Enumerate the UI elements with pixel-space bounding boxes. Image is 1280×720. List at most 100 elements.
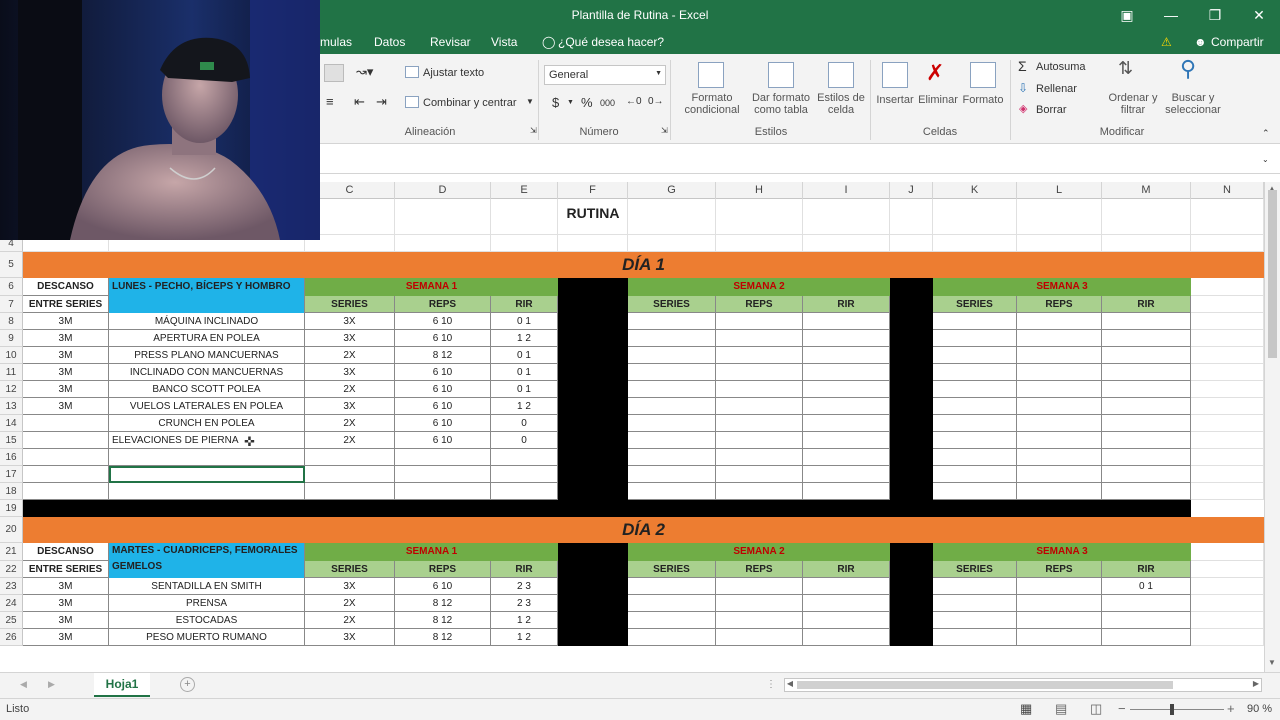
empty-cell[interactable] (1017, 449, 1102, 466)
vertical-scrollbar[interactable]: ▲ ▼ (1264, 182, 1280, 672)
exercise-cell[interactable]: PESO MUERTO RUMANO (109, 629, 305, 646)
cell[interactable] (1191, 330, 1264, 347)
autosum-button[interactable]: Autosuma (1036, 61, 1086, 73)
thousands-button[interactable]: 000 (600, 98, 615, 108)
empty-week-cell[interactable] (1102, 313, 1191, 330)
empty-week-cell[interactable] (803, 313, 890, 330)
empty-week-cell[interactable] (628, 432, 716, 449)
exercise-cell[interactable]: VUELOS LATERALES EN POLEA (109, 398, 305, 415)
number-format-select[interactable]: General ▼ (544, 65, 666, 85)
scroll-left-icon[interactable]: ◀ (785, 679, 795, 688)
selected-cell[interactable] (109, 466, 305, 483)
sort-filter-button[interactable]: Ordenar y filtrar (1104, 92, 1162, 116)
row-header[interactable]: 11 (0, 364, 23, 381)
empty-week-cell[interactable] (1102, 415, 1191, 432)
empty-week-cell[interactable] (628, 364, 716, 381)
subheader-reps[interactable]: REPS (395, 561, 491, 578)
cell[interactable] (1191, 398, 1264, 415)
hscroll-thumb[interactable] (797, 681, 1173, 689)
empty-week-cell[interactable] (1102, 432, 1191, 449)
empty-cell[interactable] (305, 466, 395, 483)
empty-week-cell[interactable] (716, 595, 803, 612)
empty-cell[interactable] (109, 449, 305, 466)
cell[interactable] (1191, 415, 1264, 432)
subheader-reps[interactable]: REPS (1017, 296, 1102, 313)
row-header[interactable]: 8 (0, 313, 23, 330)
row-header[interactable]: 10 (0, 347, 23, 364)
empty-week-cell[interactable] (803, 612, 890, 629)
sheet-title[interactable]: RUTINA (558, 199, 628, 235)
series-cell[interactable]: 2X (305, 432, 395, 449)
sheet-tab-hoja1[interactable]: Hoja1 (94, 673, 150, 697)
reps-cell[interactable]: 6 10 (395, 330, 491, 347)
rir-cell[interactable]: 0 1 (1102, 578, 1191, 595)
empty-cell[interactable] (491, 483, 558, 500)
zoom-level[interactable]: 90 % (1247, 703, 1272, 715)
day-header[interactable]: DÍA 2 (23, 517, 1264, 543)
empty-week-cell[interactable] (1102, 595, 1191, 612)
cell[interactable] (1191, 629, 1264, 646)
empty-week-cell[interactable] (1017, 381, 1102, 398)
empty-week-cell[interactable] (803, 381, 890, 398)
cell[interactable] (890, 199, 933, 235)
delete-button[interactable]: Eliminar (916, 94, 960, 106)
exercise-cell[interactable]: MÁQUINA INCLINADO (109, 313, 305, 330)
empty-cell[interactable] (628, 466, 716, 483)
empty-cell[interactable] (23, 449, 109, 466)
empty-week-cell[interactable] (1017, 595, 1102, 612)
empty-week-cell[interactable] (803, 364, 890, 381)
empty-cell[interactable] (109, 483, 305, 500)
subheader-rir[interactable]: RIR (1102, 561, 1191, 578)
column-header[interactable]: N (1191, 182, 1264, 199)
row-header[interactable]: 26 (0, 629, 23, 646)
empty-cell[interactable] (933, 483, 1017, 500)
empty-week-cell[interactable] (933, 398, 1017, 415)
rest-time-cell[interactable]: 3M (23, 381, 109, 398)
merge-center-button[interactable]: Combinar y centrar (423, 97, 517, 109)
empty-week-cell[interactable] (1017, 612, 1102, 629)
exercise-cell[interactable]: PRESS PLANO MANCUERNAS (109, 347, 305, 364)
week-header[interactable]: SEMANA 1 (305, 278, 558, 296)
empty-week-cell[interactable] (1017, 629, 1102, 646)
empty-cell[interactable] (716, 483, 803, 500)
series-cell[interactable]: 3X (305, 313, 395, 330)
empty-week-cell[interactable] (1017, 364, 1102, 381)
decrease-decimal-icon[interactable]: ←0 (626, 96, 642, 107)
series-cell[interactable]: 3X (305, 629, 395, 646)
empty-week-cell[interactable] (628, 578, 716, 595)
cell[interactable] (491, 199, 558, 235)
row-header[interactable]: 19 (0, 500, 23, 517)
column-header[interactable]: F (558, 182, 628, 199)
empty-week-cell[interactable] (628, 398, 716, 415)
empty-week-cell[interactable] (933, 415, 1017, 432)
rest-time-cell[interactable]: 3M (23, 612, 109, 629)
subheader-series[interactable]: SERIES (628, 561, 716, 578)
tab-view[interactable]: Vista (491, 35, 517, 49)
exercise-cell[interactable]: APERTURA EN POLEA (109, 330, 305, 347)
column-header[interactable]: M (1102, 182, 1191, 199)
rir-cell[interactable]: 0 1 (491, 347, 558, 364)
empty-week-cell[interactable] (1017, 415, 1102, 432)
cell[interactable] (716, 235, 803, 252)
empty-week-cell[interactable] (803, 415, 890, 432)
empty-week-cell[interactable] (933, 347, 1017, 364)
empty-cell[interactable] (305, 483, 395, 500)
rir-cell[interactable]: 0 1 (491, 313, 558, 330)
tell-me-box[interactable]: ¿Qué desea hacer? (558, 35, 664, 49)
empty-cell[interactable] (628, 449, 716, 466)
subheader-rir[interactable]: RIR (491, 561, 558, 578)
empty-week-cell[interactable] (716, 398, 803, 415)
empty-week-cell[interactable] (1102, 330, 1191, 347)
restore-button[interactable]: ❐ (1200, 4, 1230, 26)
subheader-rir[interactable]: RIR (803, 296, 890, 313)
scroll-tab-right-icon[interactable]: ▶ (48, 679, 55, 690)
rest-time-cell[interactable]: 3M (23, 595, 109, 612)
scroll-down-icon[interactable]: ▼ (1268, 658, 1276, 667)
cell[interactable] (1191, 543, 1264, 561)
empty-week-cell[interactable] (803, 595, 890, 612)
exercise-cell[interactable]: BANCO SCOTT POLEA (109, 381, 305, 398)
empty-week-cell[interactable] (1102, 629, 1191, 646)
zoom-out-button[interactable]: − (1118, 701, 1126, 716)
empty-cell[interactable] (803, 466, 890, 483)
cell[interactable] (491, 235, 558, 252)
